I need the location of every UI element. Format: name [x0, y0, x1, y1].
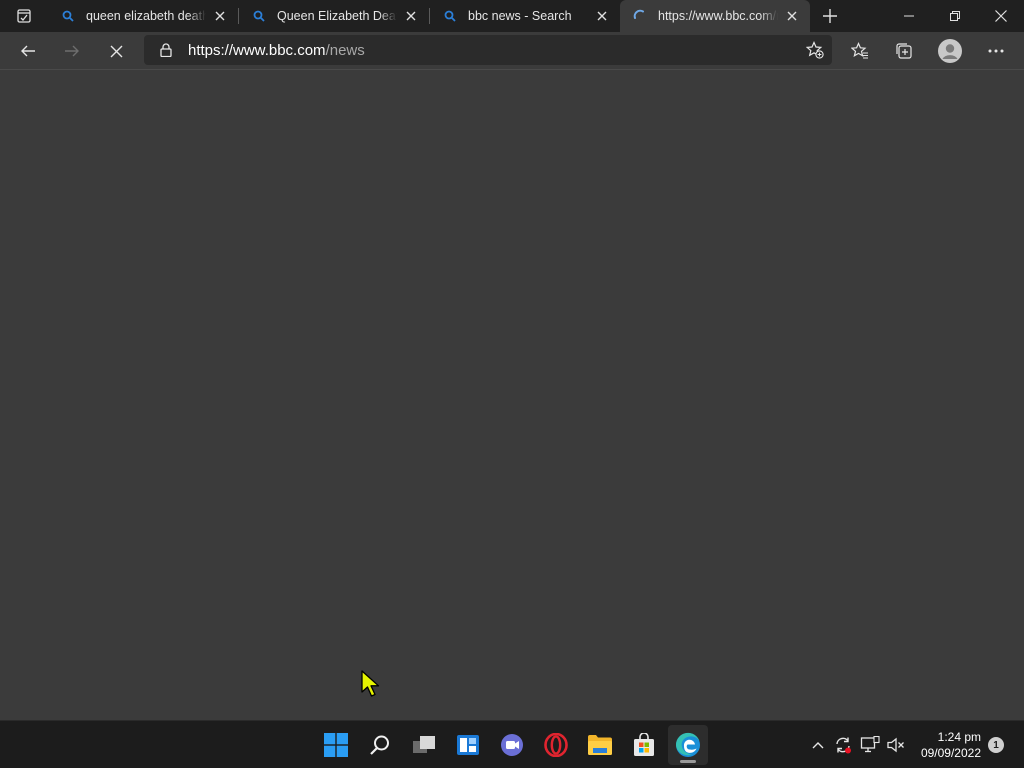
chat-button[interactable] [492, 725, 532, 765]
minimize-button[interactable] [886, 0, 932, 32]
arrow-right-icon [65, 45, 79, 57]
arrow-left-icon [21, 45, 35, 57]
notification-badge[interactable]: 1 [988, 737, 1004, 753]
tab-title: Queen Elizabeth Death - Search [277, 9, 397, 23]
close-icon [110, 45, 122, 57]
tab-strip: queen elizabeth death - Search Queen Eli… [0, 0, 1024, 32]
tab-actions-button[interactable] [0, 0, 48, 32]
address-bar[interactable]: https://www.bbc.com/news [144, 35, 832, 65]
tab-close-icon[interactable] [403, 8, 419, 24]
search-icon [370, 735, 389, 755]
widgets-icon [457, 735, 479, 755]
tab-close-icon[interactable] [594, 8, 610, 24]
favorites-button[interactable] [844, 35, 876, 67]
address-url[interactable]: https://www.bbc.com/news [188, 42, 365, 59]
opera-button[interactable] [536, 725, 576, 765]
search-icon [442, 8, 458, 24]
network-icon [860, 736, 880, 753]
tab-actions-icon [17, 9, 31, 23]
tab[interactable]: queen elizabeth death - Search [48, 0, 238, 32]
tab-close-icon[interactable] [212, 8, 228, 24]
restore-icon [950, 11, 960, 21]
store-icon [634, 733, 654, 756]
more-icon [988, 49, 1004, 53]
volume-button[interactable] [884, 733, 908, 757]
collections-button[interactable] [888, 35, 920, 67]
search-icon [60, 8, 76, 24]
loading-spinner-icon [632, 8, 648, 24]
minimize-icon [904, 15, 914, 17]
tab-active[interactable]: https://www.bbc.com/news [620, 0, 810, 32]
close-window-button[interactable] [978, 0, 1024, 32]
taskbar: 1:24 pm 09/09/2022 1 [0, 720, 1024, 768]
avatar [938, 39, 962, 63]
microsoft-store-button[interactable] [624, 725, 664, 765]
file-explorer-button[interactable] [580, 725, 620, 765]
taskbar-search-button[interactable] [360, 725, 400, 765]
edge-icon [675, 732, 700, 757]
windows-start-icon [324, 733, 348, 757]
tab[interactable]: bbc news - Search [430, 0, 620, 32]
start-button[interactable] [316, 725, 356, 765]
mouse-cursor-icon [361, 670, 380, 697]
tab-title: queen elizabeth death - Search [86, 9, 206, 23]
sync-status-button[interactable] [831, 733, 855, 757]
page-content [0, 70, 1024, 720]
folder-icon [588, 735, 612, 755]
task-view-button[interactable] [404, 725, 444, 765]
clock-date: 09/09/2022 [920, 746, 981, 760]
edge-button[interactable] [668, 725, 708, 765]
teams-chat-icon [501, 734, 523, 756]
volume-muted-icon [887, 737, 904, 753]
close-icon [995, 10, 1007, 22]
add-favorite-icon[interactable] [806, 41, 824, 59]
tab-close-icon[interactable] [784, 8, 800, 24]
collections-icon [896, 43, 912, 59]
network-button[interactable] [858, 733, 882, 757]
stop-loading-button[interactable] [100, 35, 132, 67]
forward-button[interactable] [56, 35, 88, 67]
window-controls [886, 0, 1024, 32]
task-view-icon [413, 736, 435, 753]
url-path: /news [325, 41, 365, 59]
settings-more-button[interactable] [980, 35, 1012, 67]
search-icon [251, 8, 267, 24]
show-hidden-icons-button[interactable] [806, 733, 830, 757]
new-tab-button[interactable] [812, 0, 848, 32]
tab-title: bbc news - Search [468, 9, 572, 23]
plus-icon [823, 9, 837, 23]
profile-button[interactable] [934, 35, 966, 67]
opera-icon [544, 733, 568, 757]
running-indicator [680, 760, 696, 763]
tab[interactable]: Queen Elizabeth Death - Search [239, 0, 429, 32]
system-clock[interactable]: 1:24 pm 09/09/2022 [921, 729, 981, 761]
widgets-button[interactable] [448, 725, 488, 765]
tab-title: https://www.bbc.com/news [658, 9, 778, 23]
chevron-up-icon [812, 742, 824, 749]
back-button[interactable] [12, 35, 44, 67]
lock-icon[interactable] [158, 42, 174, 58]
navigation-toolbar: https://www.bbc.com/news [0, 32, 1024, 70]
url-host: https://www.bbc.com [188, 41, 326, 59]
sync-icon [836, 737, 851, 754]
restore-button[interactable] [932, 0, 978, 32]
clock-time: 1:24 pm [937, 730, 981, 744]
favorites-icon [851, 42, 868, 59]
